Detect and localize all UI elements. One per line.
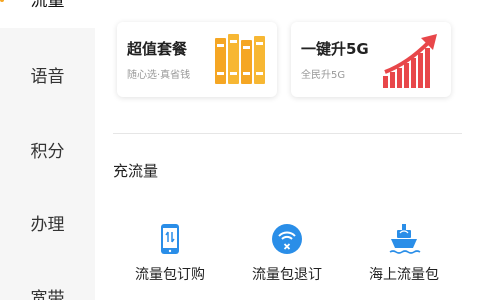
service-data-subscribe[interactable]: 流量包订购 [115,222,225,284]
main-panel: 超值套餐 随心选·真省钱 一键升5G 全民升5G 充流量 流量包订购 流量包退订… [95,0,480,300]
sidebar-item-label: 语音 [30,67,65,87]
sidebar-item-points[interactable]: 积分 [0,137,95,162]
service-sea-data[interactable]: 海上流量包 [349,222,459,284]
books-icon [215,34,265,84]
sidebar-item-traffic[interactable]: 流量 [0,0,95,28]
sidebar-item-label: 办理 [30,215,65,235]
service-label: 流量包退订 [252,267,322,283]
service-label: 流量包订购 [135,267,205,283]
sidebar-item-label: 积分 [30,142,65,162]
sidebar-item-voice[interactable]: 语音 [0,62,95,87]
growth-chart-icon [383,34,437,88]
active-indicator [0,0,4,2]
section-divider [113,133,462,134]
phone-data-icon [161,224,179,254]
service-data-unsubscribe[interactable]: 流量包退订 [232,222,342,284]
sidebar-item-handle[interactable]: 办理 [0,210,95,235]
section-title: 充流量 [113,162,159,180]
card-subtitle: 全民升5G [301,70,346,81]
sidebar-item-broadband[interactable]: 宽带 [0,284,95,300]
ship-icon [389,224,421,254]
package-card[interactable]: 超值套餐 随心选·真省钱 [117,22,277,97]
sidebar-item-label: 流量 [30,0,65,11]
sidebar: 流量 语音 积分 办理 宽带 [0,0,95,300]
sidebar-item-label: 宽带 [30,289,65,300]
wifi-cancel-icon [272,224,302,254]
card-title: 超值套餐 [127,40,188,58]
card-title: 一键升5G [301,40,369,58]
upgrade-5g-card[interactable]: 一键升5G 全民升5G [291,22,451,97]
service-label: 海上流量包 [369,267,439,283]
card-subtitle: 随心选·真省钱 [127,70,191,81]
